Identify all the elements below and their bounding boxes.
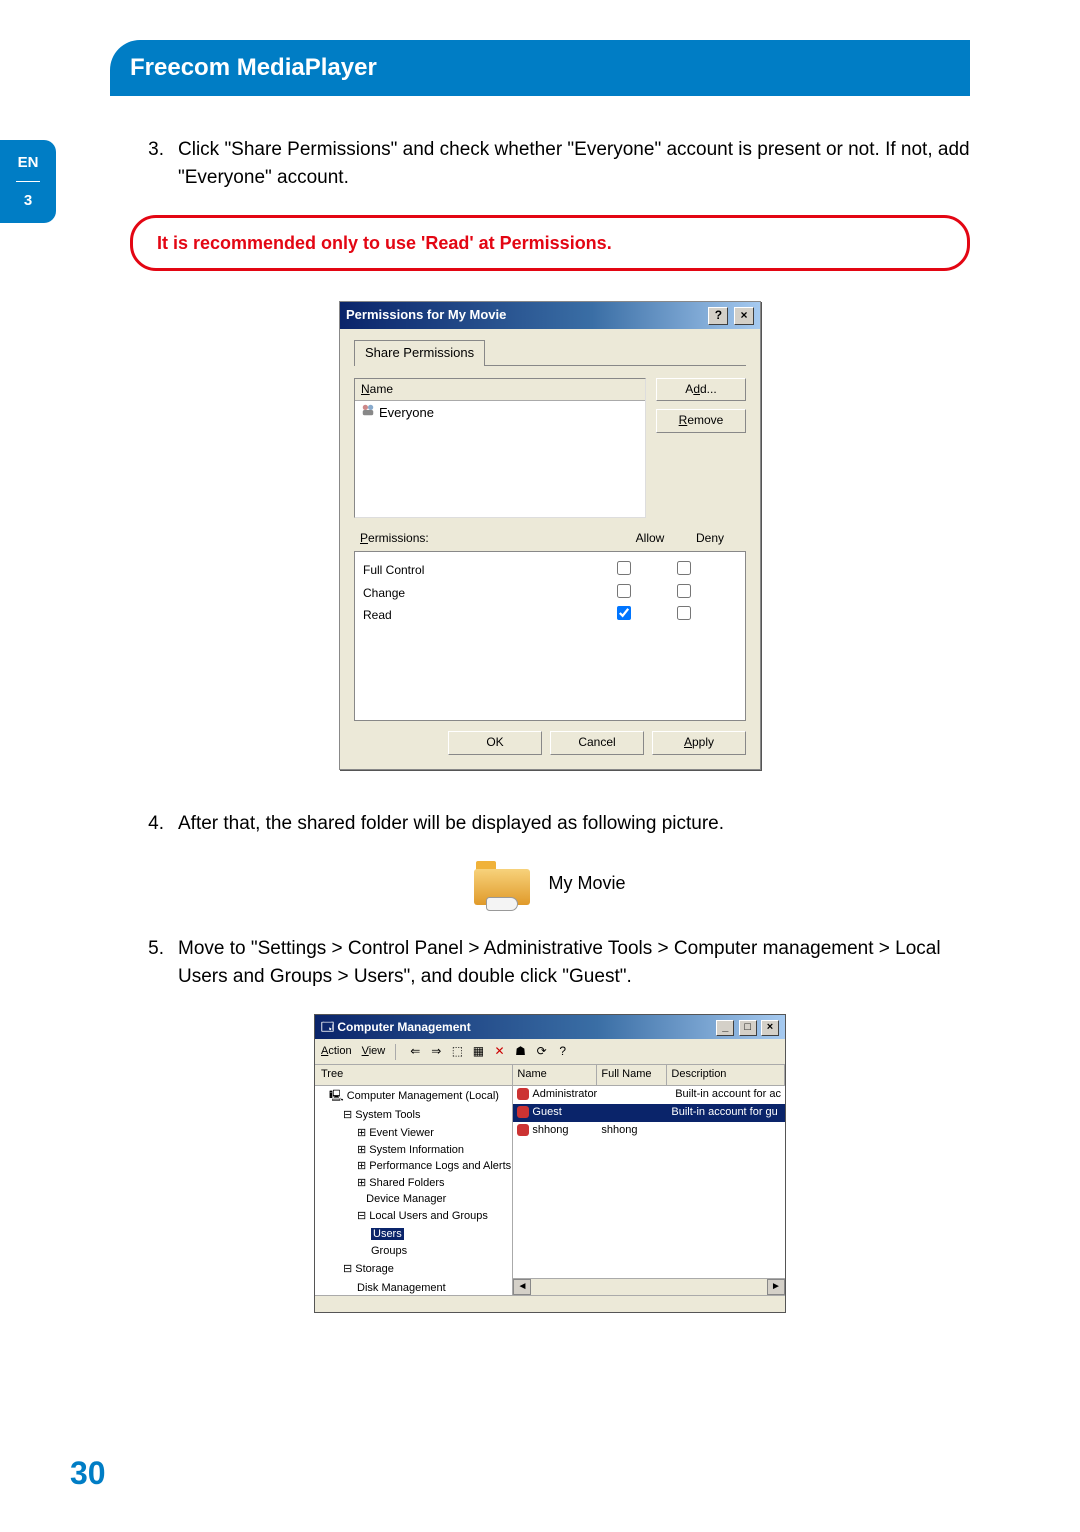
add-button[interactable]: Add...: [656, 378, 746, 401]
forward-icon[interactable]: ⇒: [427, 1042, 445, 1060]
ok-button[interactable]: OK: [448, 731, 542, 754]
tree-system-information[interactable]: ⊞ System Information: [357, 1142, 512, 1159]
user-icon: [517, 1124, 529, 1136]
allow-header: Allow: [620, 530, 680, 547]
menu-view[interactable]: View: [362, 1044, 386, 1060]
group-icon: [361, 403, 375, 423]
step-text: Move to "Settings > Control Panel > Admi…: [178, 935, 970, 990]
user-row-guest[interactable]: Guest Built-in account for gu: [513, 1104, 785, 1122]
tree-event-viewer[interactable]: ⊞ Event Viewer: [357, 1125, 512, 1142]
perm-label: Read: [363, 607, 617, 624]
tree-system-tools[interactable]: ⊟ System Tools ⊞ Event Viewer ⊞ System I…: [343, 1107, 512, 1260]
chapter-number: 3: [0, 192, 56, 209]
note-pill: It is recommended only to use 'Read' at …: [130, 215, 970, 271]
user-icon: [517, 1088, 529, 1100]
allow-full-control-checkbox[interactable]: [617, 561, 631, 575]
user-item-everyone[interactable]: Everyone: [355, 401, 645, 425]
step-number: 4.: [130, 810, 178, 838]
tree-disk-management[interactable]: Disk Management: [357, 1280, 512, 1296]
deny-change-checkbox[interactable]: [677, 584, 691, 598]
tree-perf-logs[interactable]: ⊞ Performance Logs and Alerts: [357, 1158, 512, 1175]
help-button[interactable]: ?: [708, 307, 728, 325]
cm-title: 🗔 Computer Management: [321, 1019, 471, 1036]
cancel-button[interactable]: Cancel: [550, 731, 644, 754]
scroll-left-icon[interactable]: ◄: [513, 1279, 531, 1295]
cm-list: Name Full Name Description Administrator…: [513, 1065, 785, 1295]
help-icon[interactable]: ?: [554, 1042, 572, 1060]
apply-button[interactable]: Apply: [652, 731, 746, 754]
scroll-right-icon[interactable]: ►: [767, 1279, 785, 1295]
name-column-header: Name: [355, 379, 645, 401]
dialog-titlebar: Permissions for My Movie ? ×: [340, 302, 760, 329]
tree-local-users-groups[interactable]: ⊟ Local Users and Groups Users Groups: [357, 1208, 512, 1260]
cm-status-bar: [315, 1295, 785, 1312]
col-name[interactable]: Name: [513, 1065, 597, 1085]
users-listbox[interactable]: Name Everyone: [354, 378, 646, 518]
deny-full-control-checkbox[interactable]: [677, 561, 691, 575]
minimize-button[interactable]: _: [716, 1020, 734, 1036]
tree-shared-folders[interactable]: ⊞ Shared Folders: [357, 1175, 512, 1192]
tab-separator: [16, 181, 40, 182]
close-button[interactable]: ×: [734, 307, 754, 325]
tree-storage[interactable]: ⊟ Storage Disk Management Disk Defragmen…: [343, 1261, 512, 1295]
step-3: 3. Click "Share Permissions" and check w…: [130, 136, 970, 191]
step-number: 3.: [130, 136, 178, 191]
tree-root[interactable]: 🖳 Computer Management (Local) ⊟ System T…: [329, 1088, 512, 1295]
share-permissions-tab[interactable]: Share Permissions: [354, 340, 485, 366]
user-row-administrator[interactable]: Administrator Built-in account for ac: [513, 1086, 785, 1104]
step-number: 5.: [130, 935, 178, 990]
deny-header: Deny: [680, 530, 740, 547]
back-icon[interactable]: ⇐: [406, 1042, 424, 1060]
cm-tree[interactable]: Tree 🖳 Computer Management (Local) ⊟ Sys…: [315, 1065, 513, 1295]
cm-titlebar: 🗔 Computer Management _ □ ×: [315, 1015, 785, 1039]
properties-icon[interactable]: ☗: [512, 1042, 530, 1060]
col-full-name[interactable]: Full Name: [597, 1065, 667, 1085]
remove-button[interactable]: Remove: [656, 409, 746, 432]
menu-action[interactable]: Action: [321, 1044, 352, 1060]
shared-folder-label: My Movie: [548, 870, 625, 896]
allow-read-checkbox[interactable]: [617, 606, 631, 620]
perm-row-full-control: Full Control: [363, 561, 737, 580]
language-label: EN: [0, 154, 56, 171]
delete-icon[interactable]: ✕: [491, 1042, 509, 1060]
cm-horizontal-scrollbar[interactable]: ◄ ►: [513, 1278, 785, 1295]
permissions-header-row: Permissions: Allow Deny: [354, 518, 746, 551]
step-text: Click "Share Permissions" and check whet…: [178, 136, 970, 191]
up-icon[interactable]: ⬚: [448, 1042, 466, 1060]
user-item-label: Everyone: [379, 404, 434, 423]
close-button[interactable]: ×: [761, 1020, 779, 1036]
deny-read-checkbox[interactable]: [677, 606, 691, 620]
perm-label: Full Control: [363, 562, 617, 579]
user-row-shhong[interactable]: shhong shhong: [513, 1122, 785, 1140]
user-icon: [517, 1106, 529, 1118]
cm-toolbar: Action View ⇐ ⇒ ⬚ ▦ ✕ ☗ ⟳ ?: [315, 1039, 785, 1065]
tree-device-manager[interactable]: Device Manager: [357, 1191, 512, 1208]
tree-header: Tree: [315, 1065, 512, 1086]
language-chapter-tab: EN 3: [0, 140, 56, 223]
tree-users[interactable]: Users: [371, 1226, 512, 1243]
page-number: 30: [70, 1455, 106, 1492]
step-text: After that, the shared folder will be di…: [178, 810, 970, 838]
perm-label: Change: [363, 585, 617, 602]
step-5: 5. Move to "Settings > Control Panel > A…: [130, 935, 970, 990]
permissions-dialog: Permissions for My Movie ? × Share Permi…: [339, 301, 761, 770]
tree-groups[interactable]: Groups: [371, 1243, 512, 1260]
shared-folder-preview: My Movie: [130, 861, 970, 905]
page-header: Freecom MediaPlayer: [110, 40, 970, 96]
computer-management-window: 🗔 Computer Management _ □ × Action View …: [314, 1014, 786, 1313]
allow-change-checkbox[interactable]: [617, 584, 631, 598]
shared-folder-icon: [474, 861, 530, 905]
refresh-icon[interactable]: ⟳: [533, 1042, 551, 1060]
permissions-list: Full Control Change Read: [354, 551, 746, 721]
perm-row-read: Read: [363, 606, 737, 625]
perm-row-change: Change: [363, 584, 737, 603]
dialog-title: Permissions for My Movie: [346, 306, 506, 325]
step-4: 4. After that, the shared folder will be…: [130, 810, 970, 838]
col-description[interactable]: Description: [667, 1065, 785, 1085]
list-icon[interactable]: ▦: [469, 1042, 487, 1060]
permissions-label: Permissions:: [360, 530, 620, 547]
maximize-button[interactable]: □: [739, 1020, 757, 1036]
